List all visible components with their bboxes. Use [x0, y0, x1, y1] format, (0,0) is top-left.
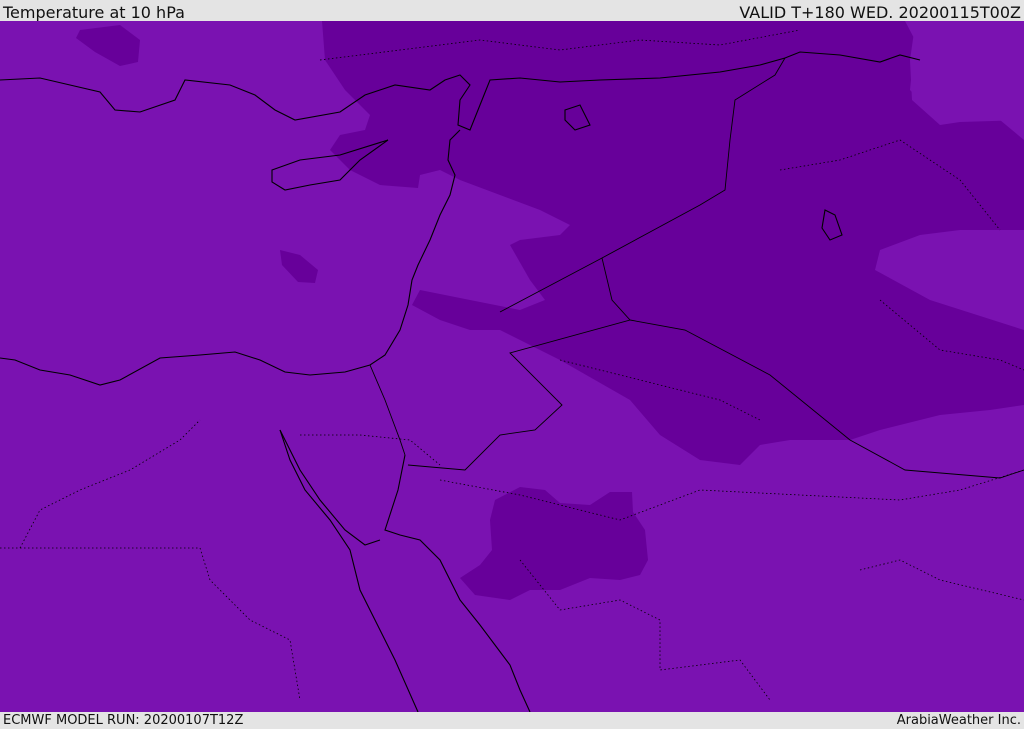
- warm-patch-ne: [910, 22, 1024, 125]
- model-run: ECMWF MODEL RUN: 20200107T12Z: [3, 713, 244, 728]
- header-bar: Temperature at 10 hPa VALID T+180 WED. 2…: [0, 0, 1024, 22]
- temperature-map: [0, 21, 1024, 712]
- footer-bar: ECMWF MODEL RUN: 20200107T12Z ArabiaWeat…: [0, 712, 1024, 729]
- warm-patches: [910, 22, 1024, 125]
- credit: ArabiaWeather Inc.: [896, 713, 1021, 728]
- map-title: Temperature at 10 hPa: [3, 3, 185, 22]
- valid-time: VALID T+180 WED. 20200115T00Z: [739, 3, 1021, 22]
